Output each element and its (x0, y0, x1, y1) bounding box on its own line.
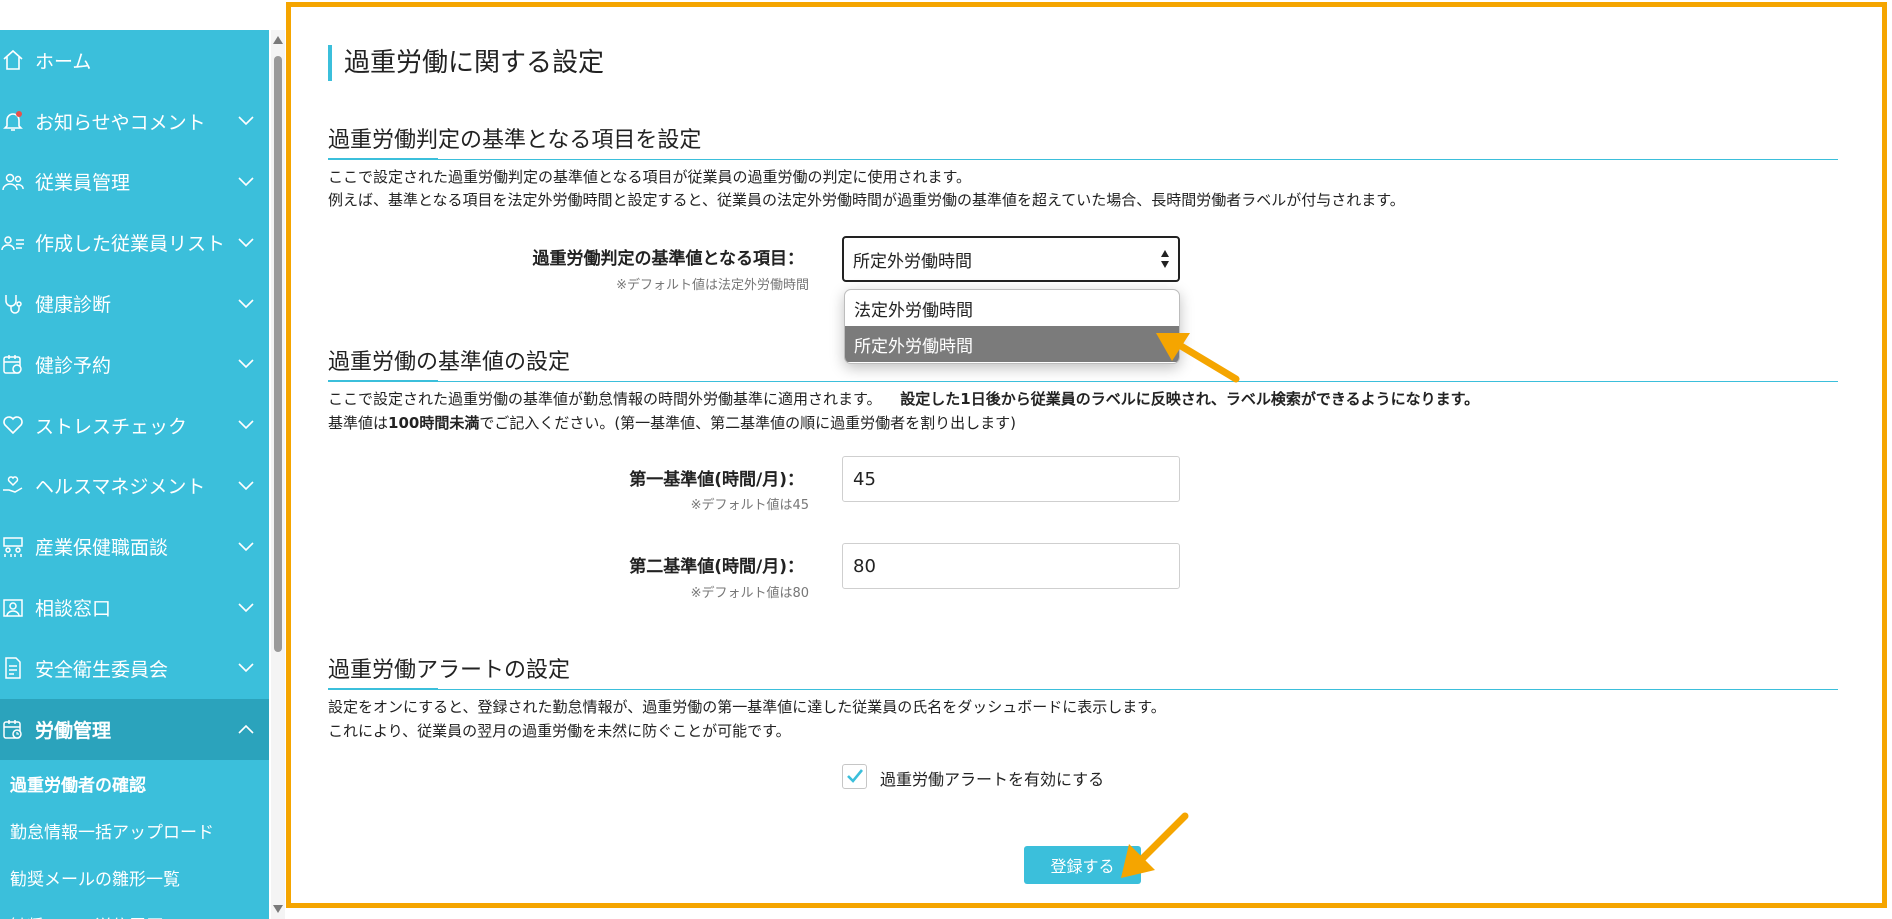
sidebar-subitem-attendance-upload[interactable]: 勤怠情報一括アップロード (0, 807, 269, 854)
sidebar-item-label: 安全衛生委員会 (35, 658, 169, 681)
description-text: ここで設定された過重労働の基準値が勤怠情報の時間外労働基準に適用されます。 (328, 390, 882, 408)
first-threshold-label: 第一基準値(時間/月)： (629, 470, 804, 490)
section-divider (328, 688, 1838, 690)
second-threshold-label: 第二基準値(時間/月)： (629, 557, 804, 577)
chevron-up-icon (238, 725, 254, 734)
sidebar-item-label: 作成した従業員リスト (35, 233, 226, 256)
second-threshold-hint: ※デフォルト値は80 (690, 586, 809, 601)
criteria-select[interactable]: 所定外労働時間 (842, 236, 1180, 282)
chevron-down-icon (238, 420, 254, 430)
section-description: ここで設定された過重労働判定の基準値となる項目が従業員の過重労働の判定に使用され… (328, 168, 972, 186)
chevron-down-icon (238, 177, 254, 187)
criteria-dropdown-list: 法定外労働時間 所定外労働時間 (844, 289, 1180, 364)
section-divider (328, 380, 1838, 382)
sidebar-item-checkup-reservation[interactable]: 健診予約 (0, 334, 269, 395)
meeting-icon (3, 537, 23, 557)
sidebar-item-home[interactable]: ホーム (0, 30, 269, 91)
sidebar-item-health-checkup[interactable]: 健康診断 (0, 273, 269, 334)
dropdown-option-statutory-overtime[interactable]: 法定外労働時間 (845, 290, 1179, 326)
description-text: 基準値は (328, 414, 389, 432)
sidebar-item-consultation[interactable]: 相談窓口 (0, 577, 269, 638)
section-description: 基準値は100時間未満でご記入ください。(第一基準値、第二基準値の順に過重労働者… (328, 412, 1016, 433)
criteria-field-hint: ※デフォルト値は法定外労働時間 (616, 278, 809, 293)
calendar-icon (3, 355, 22, 375)
sidebar-item-stress-check[interactable]: ストレスチェック (0, 395, 269, 456)
sidebar-item-employee-lists[interactable]: 作成した従業員リスト (0, 212, 269, 273)
stethoscope-icon (5, 294, 22, 314)
sidebar-item-health-management[interactable]: ヘルスマネジメント (0, 456, 269, 517)
sidebar-item-label: お知らせやコメント (35, 111, 206, 134)
page-title: 過重労働に関する設定 (328, 45, 604, 81)
section-description: ここで設定された過重労働の基準値が勤怠情報の時間外労働基準に適用されます。 設定… (328, 388, 1479, 409)
scroll-down-icon[interactable] (273, 905, 283, 913)
section-title-thresholds: 過重労働の基準値の設定 (328, 350, 571, 375)
sidebar-item-label: 産業保健職面談 (35, 537, 169, 560)
hand-heart-icon (3, 476, 23, 493)
sidebar-item-label: ヘルスマネジメント (35, 476, 206, 499)
chevron-down-icon (238, 299, 254, 308)
sidebar-item-label: 健康診断 (35, 294, 112, 317)
scroll-up-icon[interactable] (273, 36, 283, 44)
section-title-alert: 過重労働アラートの設定 (328, 658, 571, 683)
sidebar-subitem-mail-history[interactable]: 勧奨メール送信履歴 (0, 901, 269, 919)
criteria-field-label: 過重労働判定の基準値となる項目： (532, 249, 805, 269)
clock-calendar-icon (3, 720, 22, 739)
chevron-down-icon (238, 359, 254, 369)
description-bold-text: 設定した1日後から従業員のラベルに反映され、ラベル検索ができるようになります。 (900, 390, 1480, 408)
sidebar-item-label: 相談窓口 (35, 598, 112, 621)
document-icon (5, 657, 21, 680)
criteria-select-value: 所定外労働時間 (853, 251, 972, 272)
description-bold-text: 100時間未満 (388, 414, 480, 432)
section-description: 例えば、基準となる項目を法定外労働時間と設定すると、従業員の法定外労働時間が過重… (328, 191, 1405, 209)
chevron-down-icon (238, 238, 254, 247)
register-button[interactable]: 登録する (1024, 846, 1141, 884)
sidebar-item-label: 健診予約 (35, 354, 112, 377)
heart-icon (3, 416, 23, 435)
second-threshold-input[interactable] (842, 543, 1180, 589)
chevron-down-icon (238, 663, 254, 673)
bell-icon (3, 111, 23, 131)
first-threshold-input[interactable] (842, 456, 1180, 502)
sidebar-item-employees[interactable]: 従業員管理 (0, 152, 269, 213)
chevron-down-icon (238, 602, 254, 612)
description-text: でご記入ください。(第一基準値、第二基準値の順に過重労働者を割り出します) (479, 414, 1017, 432)
section-description: これにより、従業員の翌月の過重労働を未然に防ぐことが可能です。 (328, 722, 791, 740)
sidebar-subitem-overwork-check[interactable]: 過重労働者の確認 (0, 760, 269, 807)
sidebar-item-safety-committee[interactable]: 安全衛生委員会 (0, 638, 269, 699)
alert-enable-checkbox[interactable] (842, 764, 867, 789)
sidebar-item-label: 労働管理 (35, 719, 112, 742)
sidebar: ホーム お知らせやコメント 従業員管理 作成した従業員リスト 健康診断 健診予約… (0, 30, 269, 919)
consult-icon (3, 598, 23, 617)
section-title-criteria: 過重労働判定の基準となる項目を設定 (328, 128, 702, 153)
sidebar-item-notifications[interactable]: お知らせやコメント (0, 91, 269, 152)
chevron-down-icon (238, 116, 254, 126)
sidebar-item-label: ストレスチェック (35, 415, 188, 438)
checkmark-icon (847, 769, 864, 783)
section-divider (328, 158, 1838, 160)
chevron-down-icon (238, 542, 254, 551)
first-threshold-hint: ※デフォルト値は45 (690, 498, 809, 513)
sidebar-item-labor-management[interactable]: 労働管理 (0, 698, 269, 760)
scroll-thumb[interactable] (274, 56, 282, 652)
sidebar-item-label: ホーム (35, 50, 92, 73)
chevron-down-icon (238, 481, 254, 491)
sidebar-subitem-mail-templates[interactable]: 勧奨メールの雛形一覧 (0, 854, 269, 901)
sidebar-item-occupational-interview[interactable]: 産業保健職面談 (0, 516, 269, 577)
section-description: 設定をオンにすると、登録された勤怠情報が、過重労働の第一基準値に達した従業員の氏… (328, 698, 1166, 716)
users-icon (2, 173, 24, 191)
user-list-icon (1, 236, 24, 250)
alert-enable-label[interactable]: 過重労働アラートを有効にする (880, 766, 1104, 790)
sidebar-item-label: 従業員管理 (35, 172, 131, 195)
dropdown-option-scheduled-overtime[interactable]: 所定外労働時間 (845, 326, 1179, 362)
sidebar-scrollbar[interactable] (271, 30, 285, 919)
select-arrows-icon (1161, 250, 1169, 268)
home-icon (3, 50, 23, 71)
